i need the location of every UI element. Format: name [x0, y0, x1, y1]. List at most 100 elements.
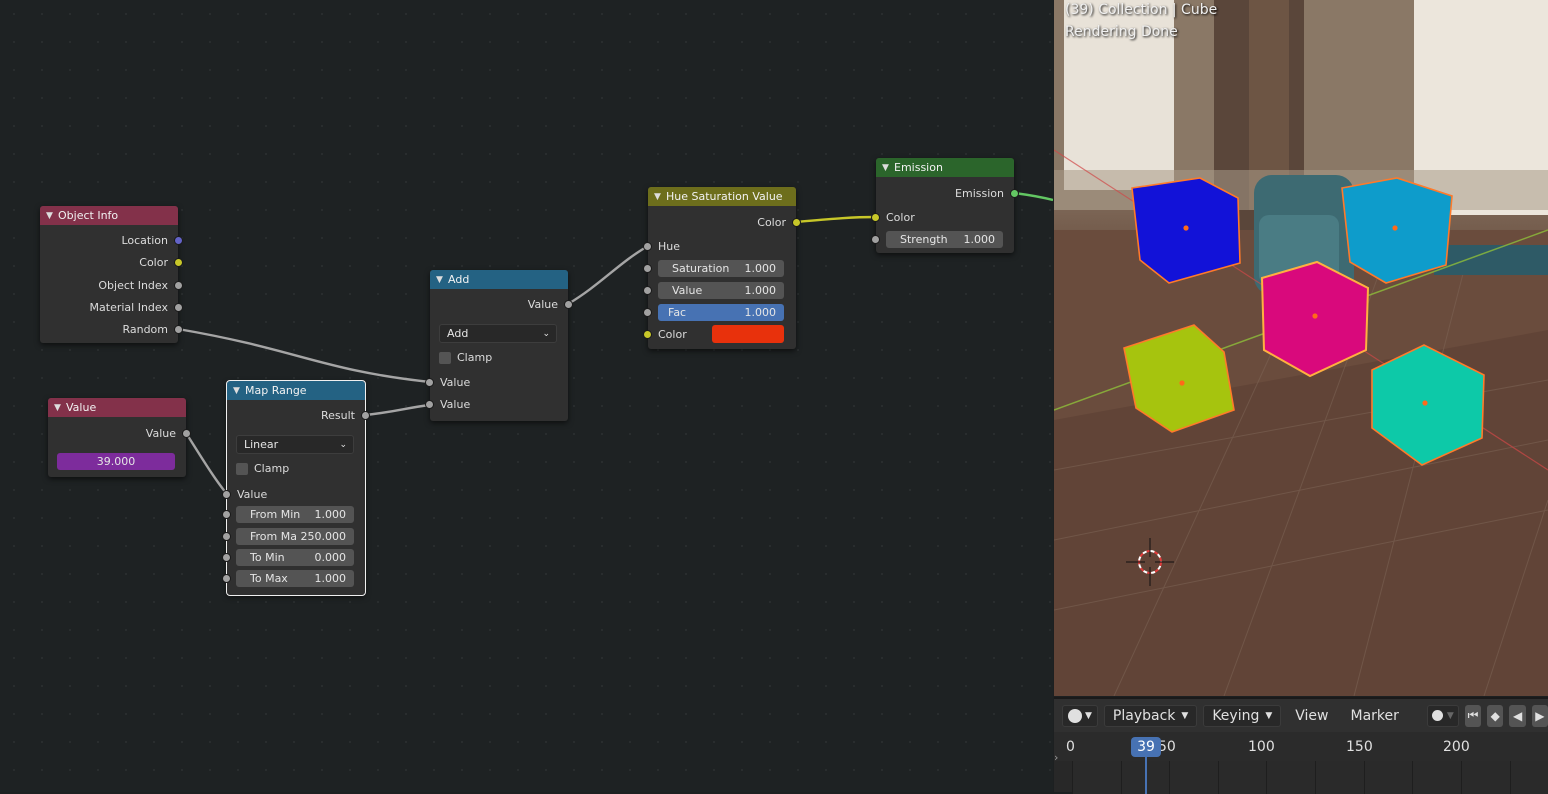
socket-label: Location: [121, 233, 168, 247]
fac-field[interactable]: Fac 1.000: [658, 304, 784, 321]
color-swatch[interactable]: [712, 325, 784, 343]
node-title: Emission: [894, 161, 943, 174]
value-socket-icon[interactable]: [222, 489, 231, 499]
node-header[interactable]: ▼ Map Range: [227, 381, 365, 400]
chevron-down-icon[interactable]: ▼: [654, 192, 666, 202]
auto-keying-toggle[interactable]: ▼: [1426, 704, 1459, 727]
node-header[interactable]: ▼ Object Info: [40, 206, 178, 225]
record-icon: [1431, 710, 1443, 721]
node-value[interactable]: ▼ Value Value 39.000: [48, 398, 191, 477]
grid-line: [1315, 761, 1316, 794]
output-value: Value: [430, 295, 573, 313]
operation-dropdown[interactable]: Add ⌄: [439, 324, 557, 343]
value-socket-icon[interactable]: [425, 399, 434, 409]
value-socket-icon[interactable]: [425, 377, 434, 387]
value-socket-icon[interactable]: [643, 264, 652, 273]
current-frame-indicator[interactable]: 39: [1131, 737, 1161, 757]
grid-line: [1218, 761, 1219, 794]
field-value: 1.000: [314, 508, 347, 521]
value-socket-icon[interactable]: [643, 286, 652, 295]
value-socket-icon[interactable]: [564, 299, 573, 309]
field-value: 1.000: [744, 306, 777, 319]
value-field[interactable]: 39.000: [57, 453, 175, 470]
color-socket-icon[interactable]: [174, 257, 183, 267]
from-min-field[interactable]: From Min 1.000: [236, 506, 354, 523]
value-socket-icon[interactable]: [361, 410, 370, 420]
saturation-field[interactable]: Saturation 1.000: [658, 260, 784, 277]
value-socket-icon[interactable]: [222, 532, 231, 541]
output-random: Random: [40, 320, 183, 338]
playback-menu[interactable]: Playback ▼: [1103, 704, 1198, 727]
socket-label: Value: [237, 487, 268, 501]
color-socket-icon[interactable]: [871, 212, 880, 222]
value-socket-icon[interactable]: [222, 510, 231, 519]
play-reverse-icon[interactable]: ◀: [1509, 704, 1526, 727]
node-emission[interactable]: ▼ Emission Emission Color Strength 1.000: [871, 158, 1019, 253]
marker-menu[interactable]: Marker: [1343, 705, 1407, 727]
vector-socket-icon[interactable]: [174, 235, 183, 245]
output-emission: Emission: [876, 184, 1019, 202]
value-socket-icon[interactable]: [222, 574, 231, 583]
play-icon[interactable]: ▶: [1531, 704, 1548, 727]
field-label: Saturation: [672, 262, 730, 275]
clamp-checkbox[interactable]: [439, 351, 451, 364]
field-value: 1.000: [963, 233, 996, 246]
viewport-object-info: (39) Collection | Cube: [1065, 2, 1218, 18]
menu-label: Keying: [1212, 707, 1260, 724]
3d-viewport[interactable]: (39) Collection | Cube Rendering Done: [1054, 0, 1548, 696]
frame-ruler[interactable]: 0 50 100 150 200: [1054, 732, 1548, 761]
node-header[interactable]: ▼ Value: [48, 398, 186, 417]
color-socket-icon[interactable]: [643, 329, 652, 339]
node-header[interactable]: ▼ Hue Saturation Value: [648, 187, 796, 206]
value-socket-icon[interactable]: [174, 324, 183, 334]
to-max-field[interactable]: To Max 1.000: [236, 570, 354, 587]
timeline-track[interactable]: [1072, 761, 1548, 794]
chevron-down-icon[interactable]: ▼: [882, 163, 894, 173]
jump-to-start-icon[interactable]: ⏮: [1464, 704, 1482, 727]
chevron-down-icon[interactable]: ▼: [436, 275, 448, 285]
dropdown-value: Add: [447, 327, 469, 340]
value-socket-icon[interactable]: [222, 553, 231, 562]
value-socket-icon[interactable]: [182, 428, 191, 438]
output-value: Value: [48, 424, 191, 442]
node-add[interactable]: ▼ Add Value Add ⌄ Clamp Value Value: [425, 270, 573, 421]
color-socket-icon[interactable]: [792, 217, 801, 227]
interpolation-dropdown[interactable]: Linear ⌄: [236, 435, 354, 454]
field-value: 0.000: [314, 551, 347, 564]
socket-label: Result: [321, 408, 355, 422]
menu-label: View: [1295, 707, 1329, 724]
jump-to-keyframe-icon[interactable]: ◆: [1487, 704, 1504, 727]
chevron-down-icon: ▼: [1265, 710, 1273, 721]
shader-socket-icon[interactable]: [1010, 188, 1019, 198]
view-menu[interactable]: View: [1287, 705, 1336, 727]
clamp-checkbox[interactable]: [236, 462, 248, 475]
clamp-checkbox-row[interactable]: Clamp: [439, 351, 492, 364]
value-socket-icon[interactable]: [643, 241, 652, 251]
node-map-range[interactable]: ▼ Map Range Result Linear ⌄ Clamp Value Fr…: [222, 380, 370, 596]
value-socket-icon[interactable]: [174, 302, 183, 312]
output-location: Location: [40, 231, 183, 249]
chevron-down-icon[interactable]: ▼: [46, 211, 58, 221]
value-socket-icon[interactable]: [643, 308, 652, 317]
node-editor[interactable]: ▼ Object Info Location Color Object Index…: [0, 0, 1053, 792]
chevron-down-icon[interactable]: ▼: [233, 386, 245, 396]
from-max-field[interactable]: From Ma 250.000: [236, 528, 354, 545]
value-socket-icon[interactable]: [871, 235, 880, 244]
socket-label: Color: [658, 327, 687, 341]
keying-menu[interactable]: Keying ▼: [1203, 704, 1282, 727]
timeline-editor[interactable]: ▼ Playback ▼ Keying ▼ View Marker ▼ ⏮ ◆ ◀ …: [1054, 697, 1548, 794]
node-header[interactable]: ▼ Emission: [876, 158, 1014, 177]
value-field[interactable]: Value 1.000: [658, 282, 784, 299]
node-header[interactable]: ▼ Add: [430, 270, 568, 289]
clamp-checkbox-row[interactable]: Clamp: [236, 462, 289, 475]
cube-cyan: [1341, 177, 1453, 284]
socket-label: Emission: [955, 186, 1004, 200]
value-socket-icon[interactable]: [174, 280, 183, 290]
node-hue-saturation-value[interactable]: ▼ Hue Saturation Value Color Hue Saturati…: [643, 187, 801, 349]
strength-field[interactable]: Strength 1.000: [886, 231, 1003, 248]
chevron-down-icon[interactable]: ▼: [54, 403, 66, 413]
editor-type-button[interactable]: ▼: [1062, 704, 1098, 727]
to-min-field[interactable]: To Min 0.000: [236, 549, 354, 566]
node-object-info[interactable]: ▼ Object Info Location Color Object Index…: [40, 206, 183, 343]
expand-channels-icon[interactable]: ›: [1054, 751, 1058, 764]
